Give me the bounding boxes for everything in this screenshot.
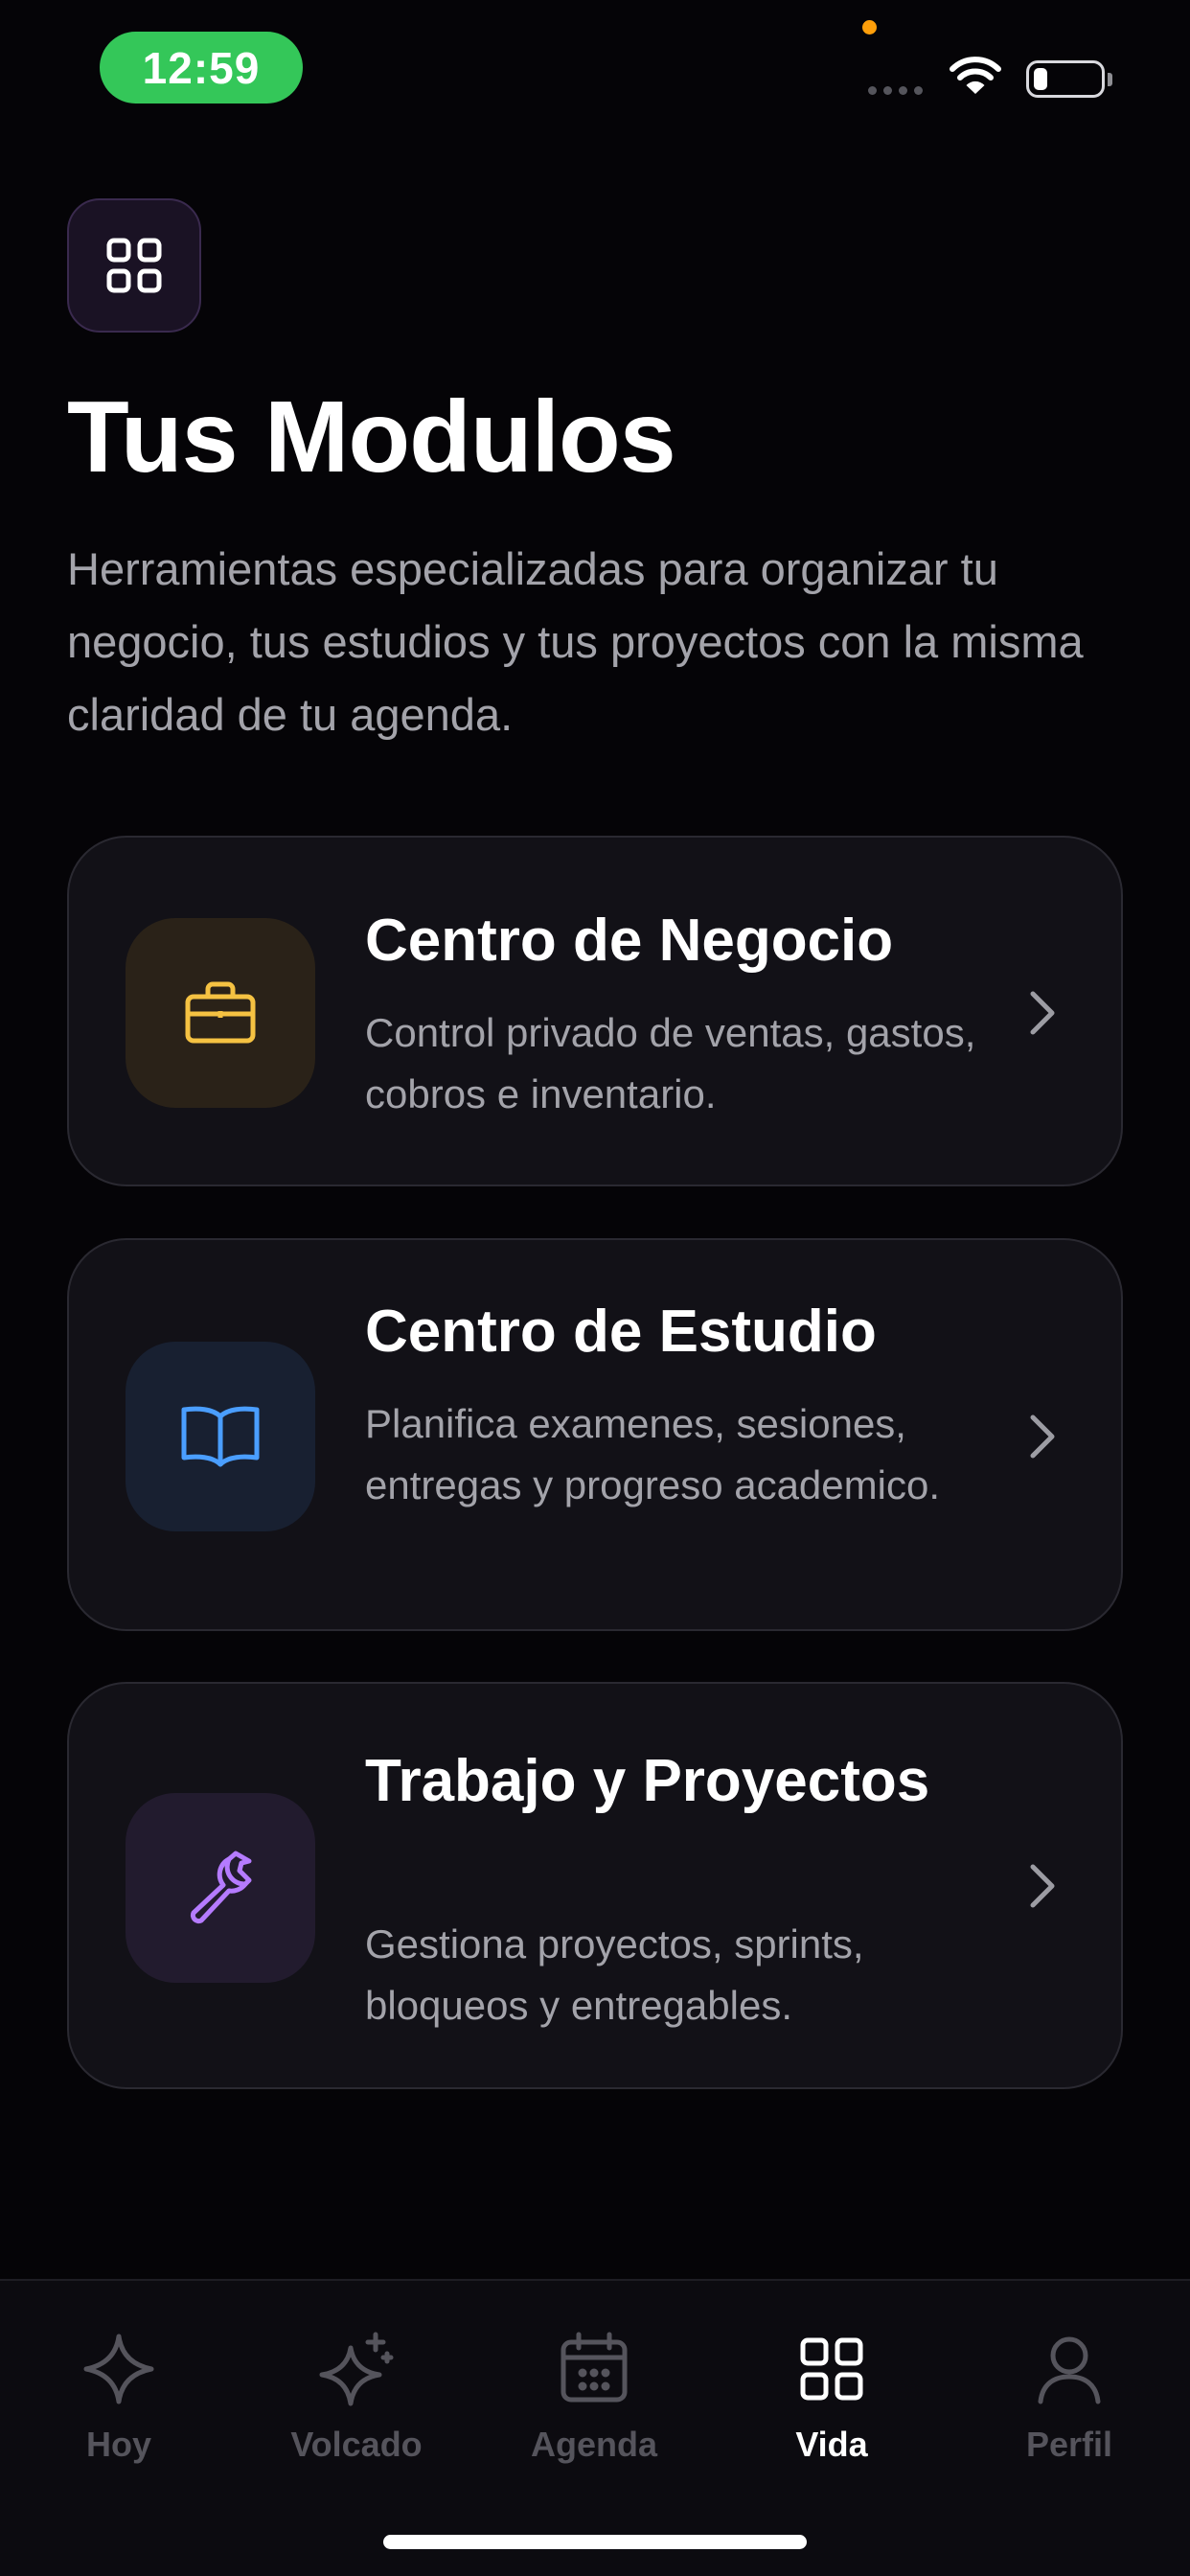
page-description: Herramientas especializadas para organiz… <box>67 543 1084 740</box>
home-indicator[interactable] <box>383 2535 807 2549</box>
chevron-right-icon <box>1030 1864 1055 1908</box>
cellular-signal-icon <box>868 86 923 95</box>
chevron-right-icon <box>1030 991 1055 1035</box>
module-description: Gestiona proyectos, sprints, bloqueos y … <box>365 1921 864 2028</box>
module-description: Planifica examenes, sesiones, entregas y… <box>365 1401 940 1507</box>
modules-grid-icon <box>67 198 201 333</box>
privacy-indicator-dot <box>862 20 877 34</box>
tab-agenda[interactable]: Agenda <box>475 2331 713 2465</box>
tab-label: Agenda <box>530 2425 657 2464</box>
tab-hoy[interactable]: Hoy <box>0 2331 238 2465</box>
briefcase-icon <box>126 918 315 1108</box>
module-title: Trabajo y Proyectos <box>365 1748 930 1814</box>
page-title: Tus Modulos <box>67 380 676 494</box>
tab-volcado[interactable]: Volcado <box>238 2331 475 2465</box>
calendar-icon <box>561 2332 628 2403</box>
tab-label: Vida <box>795 2425 868 2464</box>
tab-label: Hoy <box>85 2425 151 2464</box>
tab-vida[interactable]: Vida <box>713 2331 950 2465</box>
status-time: 12:59 <box>100 32 303 104</box>
module-title: Centro de Estudio <box>365 1299 877 1365</box>
grid-icon <box>800 2337 863 2401</box>
person-icon <box>1038 2336 1101 2404</box>
tab-label: Volcado <box>290 2425 423 2464</box>
battery-icon <box>1026 60 1105 98</box>
module-card-estudio[interactable]: Centro de Estudio Planifica examenes, se… <box>67 1238 1123 1631</box>
chevron-right-icon <box>1030 1414 1055 1459</box>
module-title: Centro de Negocio <box>365 908 894 974</box>
wifi-icon <box>950 57 1001 94</box>
tab-label: Perfil <box>1025 2425 1113 2464</box>
module-description: Control privado de ventas, gastos, cobro… <box>365 1010 976 1116</box>
wrench-icon <box>126 1793 315 1983</box>
sparkles-plus-icon <box>319 2332 394 2406</box>
module-card-negocio[interactable]: Centro de Negocio Control privado de ven… <box>67 836 1123 1186</box>
sparkle-icon <box>83 2334 154 2404</box>
tab-perfil[interactable]: Perfil <box>950 2331 1188 2465</box>
tab-bar: Hoy Volcado Agenda Vida Perfil <box>0 2279 1190 2576</box>
book-icon <box>126 1342 315 1531</box>
module-card-proyectos[interactable]: Trabajo y Proyectos Gestiona proyectos, … <box>67 1682 1123 2089</box>
